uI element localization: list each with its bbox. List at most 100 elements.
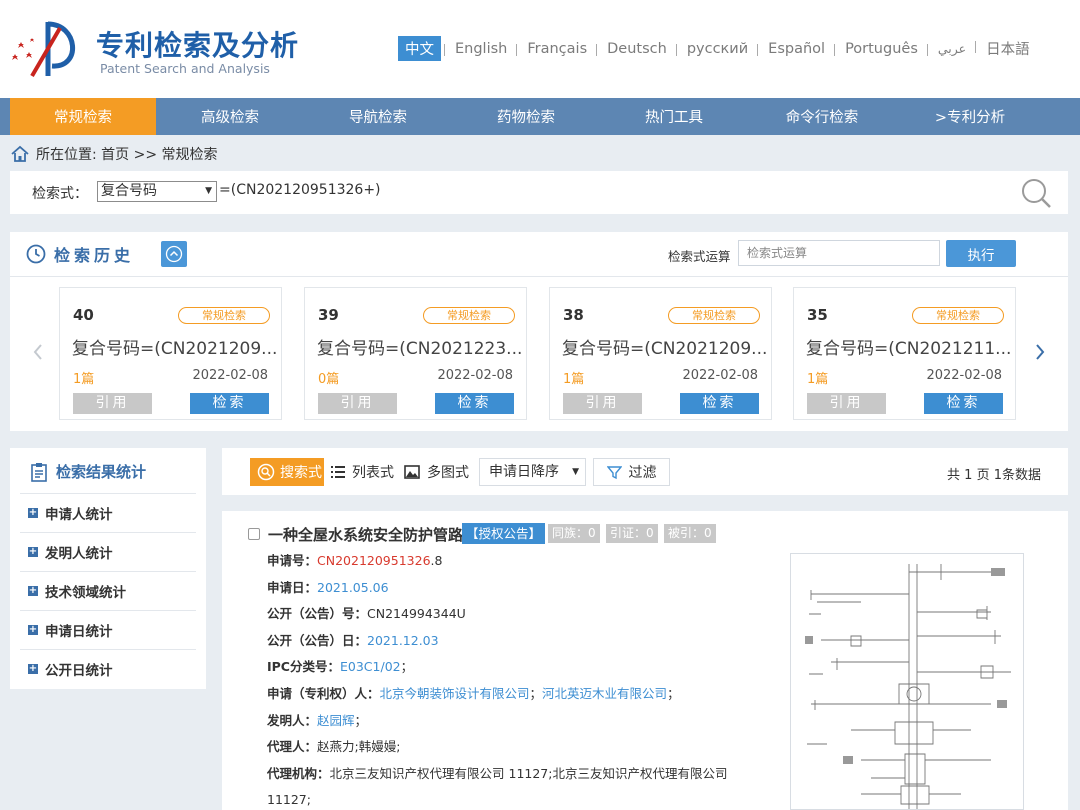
family-count-badge[interactable]: 同族：0 [548,524,600,543]
site-subtitle: Patent Search and Analysis [100,61,270,76]
home-icon[interactable] [10,145,30,163]
applicant-link[interactable]: 河北英迈木业有限公司 [542,686,667,701]
view-search-label: 搜索式 [280,465,322,481]
results-toolbar: 搜索式 列表式 多图式 申请日降序 ▼ 过滤 共 1 页 1条数据 [222,448,1068,495]
sort-select[interactable]: 申请日降序 ▼ [479,458,586,486]
stats-item-app-date[interactable]: + 申请日统计 [20,610,196,649]
cite-button[interactable]: 引用 [563,393,642,414]
field-publication-number: 公开（公告）号：CN214994344U [267,601,727,628]
lang-german[interactable]: Deutsch [596,41,677,57]
history-collapse-button[interactable] [161,241,187,267]
publication-date-link[interactable]: 2021.12.03 [367,633,439,648]
view-list-button[interactable]: 列表式 [324,458,400,486]
history-card-query: 复合号码=(CN2021223... [317,339,523,359]
stats-item-applicant[interactable]: + 申请人统计 [20,493,196,532]
divider [10,276,1068,277]
search-bar: 检索式： 复合号码 ▼ =(CN202120951326+) [10,171,1068,214]
lang-spanish[interactable]: Español [757,41,835,57]
nav-hot-tools[interactable]: 热门工具 [600,98,748,135]
run-search-button[interactable]: 检索 [190,393,269,414]
nav-command-search[interactable]: 命令行检索 [748,98,896,135]
search-icon[interactable] [1020,177,1054,211]
plus-icon: + [28,507,38,518]
lang-french[interactable]: Français [516,41,597,57]
cite-button[interactable]: 引用 [73,393,152,414]
history-card-tag: 常规检索 [178,307,270,324]
search-query-input[interactable]: =(CN202120951326+) [219,182,381,198]
run-search-button[interactable]: 检索 [435,393,514,414]
site-logo[interactable] [8,18,88,80]
cited-by-count-badge[interactable]: 被引：0 [664,524,716,543]
ipc-link[interactable]: E03C1/02 [340,659,401,674]
lang-japanese[interactable]: 日本語 [975,38,1040,59]
patent-drawing-thumbnail[interactable] [790,553,1024,810]
search-field-value: 复合号码 [101,183,157,199]
plus-icon: + [28,585,38,596]
stats-item-label: 发明人统计 [45,546,113,562]
history-card-tag: 常规检索 [912,307,1004,324]
application-date-link[interactable]: 2021.05.06 [317,580,389,595]
history-card-number: 35 [807,306,828,324]
applicant-link[interactable]: 北京今朝装饰设计有限公司 [380,686,530,701]
cite-button[interactable]: 引用 [807,393,886,414]
history-header: 检索历史 [26,242,134,266]
history-card-tag: 常规检索 [668,307,760,324]
application-number-highlight: CN202120951326 [317,553,431,568]
history-card-date: 2022-02-08 [926,368,1002,383]
result-title[interactable]: 一种全屋水系统安全防护管路 [268,524,463,545]
search-field-select[interactable]: 复合号码 ▼ [97,181,217,202]
field-label: 发明人： [267,712,318,728]
nav-advanced-search[interactable]: 高级检索 [156,98,304,135]
run-search-button[interactable]: 检索 [680,393,759,414]
lang-russian[interactable]: русский [675,41,758,57]
execute-button[interactable]: 执行 [946,240,1016,267]
history-operation-input[interactable]: 检索式运算 [738,240,940,266]
applicant-separator: ； [529,685,543,701]
history-card-query: 复合号码=(CN2021209... [72,339,278,359]
breadcrumb: 所在位置: 首页 >> 常规检索 [10,144,218,164]
stats-item-pub-date[interactable]: + 公开日统计 [20,649,196,688]
history-card-number: 39 [318,306,339,324]
nav-patent-analysis[interactable]: >专利分析 [896,98,1044,135]
nav-basic-search[interactable]: 常规检索 [10,98,156,135]
filter-button[interactable]: 过滤 [593,458,670,486]
list-icon [331,466,345,478]
grant-badge: 【授权公告】 [462,523,546,544]
lang-english[interactable]: English [443,41,517,57]
plus-icon: + [28,546,38,557]
view-search-button[interactable]: 搜索式 [250,458,329,486]
patent-drawing [805,564,1011,809]
inventor-link[interactable]: 赵园辉 [317,713,355,728]
result-stats-panel: 检索结果统计 + 申请人统计 + 发明人统计 + 技术领域统计 + 申请日统计 + 公开日… [10,448,206,689]
stats-item-label: 申请人统计 [45,507,113,523]
nav-drug-search[interactable]: 药物检索 [452,98,600,135]
stats-header: 检索结果统计 [30,461,146,482]
field-label: 公开（公告）日： [267,632,368,648]
lang-arabic[interactable]: عربي [926,41,976,56]
stats-item-tech-field[interactable]: + 技术领域统计 [20,571,196,610]
field-label: 申请（专利权）人： [267,685,380,701]
chevron-right-icon[interactable] [1034,342,1046,362]
history-card-date: 2022-02-08 [192,368,268,383]
stats-item-inventor[interactable]: + 发明人统计 [20,532,196,571]
field-label: 公开（公告）号： [267,606,368,622]
nav-navigation-search[interactable]: 导航检索 [304,98,452,135]
image-icon [404,465,420,479]
result-fields: 申请号：CN202120951326.8 申请日：2021.05.06 公开（公… [267,548,727,810]
view-multi-image-button[interactable]: 多图式 [398,458,475,486]
chevron-left-icon[interactable] [32,342,44,362]
field-agency: 代理机构：北京三友知识产权代理有限公司 11127;北京三友知识产权代理有限公司 [267,761,727,788]
breadcrumb-text: 所在位置: 首页 >> 常规检索 [36,147,218,163]
cite-button[interactable]: 引用 [318,393,397,414]
clock-icon [26,244,46,264]
dropdown-arrow-icon: ▼ [572,467,579,477]
result-checkbox[interactable] [248,528,260,540]
lang-portuguese[interactable]: Português [834,41,928,57]
page-info: 共 1 页 1条数据 [947,468,1041,483]
run-search-button[interactable]: 检索 [924,393,1003,414]
lang-chinese[interactable]: 中文 [398,36,441,61]
citation-count-badge[interactable]: 引证：0 [606,524,658,543]
field-label: 代理机构： [267,765,330,781]
search-label: 检索式： [32,186,88,202]
site-title: 专利检索及分析 [96,29,300,62]
